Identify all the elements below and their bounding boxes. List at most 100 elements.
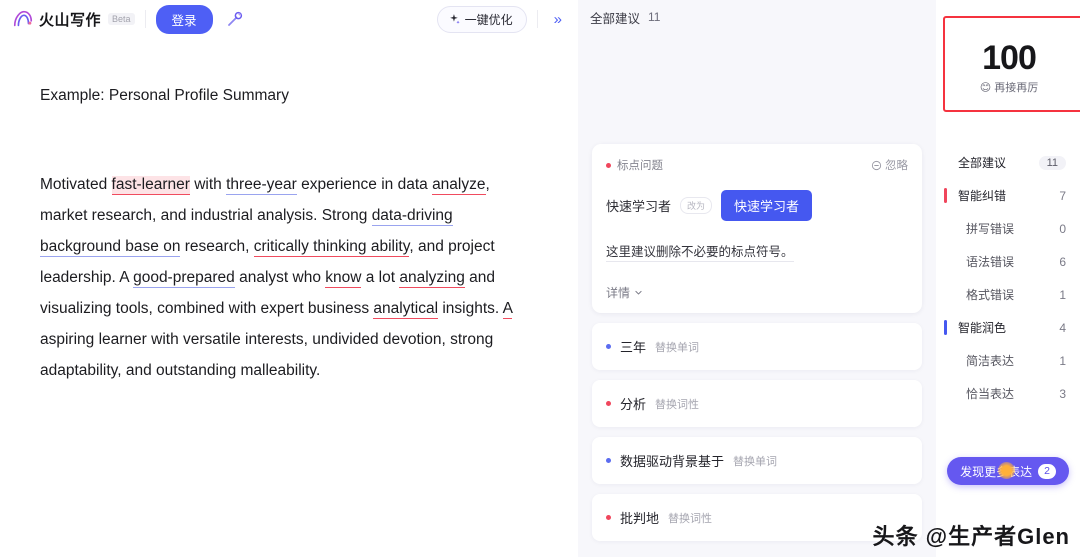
stat-value: 11	[1038, 155, 1066, 170]
doc-flagged-text[interactable]: A	[502, 300, 513, 319]
doc-flagged-text[interactable]: analytical	[373, 300, 439, 319]
feed-header-label: 全部建议	[590, 11, 641, 26]
score-subtitle: 😊 再接再厉	[980, 79, 1038, 95]
stat-row[interactable]: 拼写错误 0	[936, 212, 1080, 245]
toolbar-divider	[144, 10, 146, 28]
score-subtitle-text: 再接再厉	[994, 82, 1039, 94]
doc-text: Motivated	[40, 176, 112, 193]
suggestion-kind: 替换词性	[668, 512, 713, 525]
stat-value: 1	[1059, 287, 1066, 302]
stat-row[interactable]: 智能润色 4	[936, 311, 1080, 344]
stat-value: 4	[1059, 320, 1066, 335]
stat-name: 简洁表达	[966, 354, 1015, 368]
stat-row[interactable]: 智能纠错 7	[936, 179, 1080, 212]
doc-flagged-text[interactable]: fast-learner	[111, 176, 190, 195]
ignore-suggestion-button[interactable]: 忽略	[871, 157, 908, 173]
suggestion-row[interactable]: 分析 替换词性	[592, 380, 922, 427]
login-button[interactable]: 登录	[155, 4, 213, 34]
doc-flagged-text[interactable]: good-prepared	[133, 269, 235, 288]
doc-text: with	[189, 176, 227, 193]
discover-more-button[interactable]: 发现更多表达 2	[947, 457, 1069, 485]
stat-row[interactable]: 全部建议 11	[936, 146, 1080, 179]
document-paragraph: Motivated fast-learner with three-year e…	[40, 169, 534, 386]
discover-label: 发现更多表达	[960, 464, 1033, 479]
chevron-down-icon	[635, 290, 642, 295]
feed-scroll-area[interactable]: 标点问题 忽略 快速学习者 改为 快速学习者 这里建议删除不必要的标点符号。 详…	[578, 34, 936, 557]
suggestion-diff: 快速学习者 改为 快速学习者	[606, 190, 908, 221]
doc-flagged-text[interactable]: critically thinking ability	[253, 238, 410, 257]
expand-panel-button[interactable]: »	[548, 9, 568, 30]
stat-row[interactable]: 简洁表达 1	[936, 344, 1080, 377]
optimize-label: 一键优化	[464, 12, 513, 27]
original-text: 快速学习者	[606, 199, 672, 214]
suggestion-row[interactable]: 数据驱动背景基于 替换单词	[592, 437, 922, 484]
score-sidebar: 100 😊 再接再厉 全部建议 11 智能纠错 7 拼写错误 0 语法错误 6 格式错误 1 智能润…	[936, 0, 1080, 557]
suggestion-word: 批判地	[620, 511, 660, 526]
severity-dot-icon	[606, 344, 611, 349]
stat-name: 智能纠错	[958, 189, 1007, 203]
beta-badge: Beta	[108, 13, 135, 25]
change-to-pill: 改为	[680, 197, 713, 214]
stat-name: 全部建议	[958, 156, 1007, 170]
doc-flagged-text[interactable]: know	[325, 269, 362, 288]
suggestion-details-toggle[interactable]: 详情	[606, 284, 908, 301]
suggestion-row-list: 三年 替换单词 分析 替换词性 数据驱动背景基于 替换单词 批判地 替换词性	[592, 323, 922, 541]
document-editor[interactable]: Example: Personal Profile Summary Motiva…	[0, 38, 578, 557]
score-card: 100 😊 再接再厉	[946, 24, 1072, 112]
doc-text: analyst who	[234, 269, 326, 286]
document-title: Example: Personal Profile Summary	[40, 87, 289, 104]
stat-name: 智能润色	[958, 321, 1007, 335]
suggestion-kind: 替换词性	[655, 398, 700, 411]
doc-text: experience in data	[296, 176, 433, 193]
severity-dot-icon	[606, 162, 611, 168]
suggestion-word: 三年	[620, 340, 647, 355]
feed-header: 全部建议 11	[578, 0, 936, 34]
toolbar-divider-2	[536, 10, 538, 28]
discover-badge: 2	[1038, 463, 1056, 479]
doc-text: aspiring learner with versatile interest…	[40, 331, 494, 379]
stat-name: 恰当表达	[966, 387, 1015, 401]
suggestion-description: 这里建议删除不必要的标点符号。	[606, 241, 794, 262]
category-color-bar	[944, 188, 947, 203]
doc-text: research,	[180, 238, 254, 255]
stat-row[interactable]: 恰当表达 3	[936, 377, 1080, 410]
suggestion-word: 分析	[620, 397, 647, 412]
suggestion-card-header: 标点问题 忽略	[606, 157, 908, 173]
one-click-optimize-button[interactable]: 一键优化	[436, 5, 527, 33]
doc-flagged-text[interactable]: analyzing	[399, 269, 465, 288]
brand-logo[interactable]: 火山写作 Beta	[12, 8, 135, 30]
watermark: 头条 @生产者Glen	[872, 524, 1070, 549]
score-card-wrap: 100 😊 再接再厉	[943, 16, 1080, 112]
details-label: 详情	[606, 286, 631, 300]
smile-emoji-icon: 😊	[979, 81, 992, 94]
stat-value: 0	[1059, 221, 1066, 236]
score-value: 100	[980, 39, 1038, 77]
app-window: 火山写作 Beta 登录 一键优化 » Example: Personal Pr…	[0, 0, 1080, 557]
brand-name: 火山写作	[39, 11, 102, 29]
minus-circle-icon	[871, 160, 882, 170]
suggestion-word: 数据驱动背景基于	[620, 454, 725, 469]
stat-name: 语法错误	[966, 255, 1015, 269]
magic-wand-icon[interactable]	[223, 7, 247, 31]
severity-dot-icon	[606, 458, 611, 463]
stat-row[interactable]: 格式错误 1	[936, 278, 1080, 311]
stat-value: 7	[1059, 188, 1066, 203]
stat-row[interactable]: 语法错误 6	[936, 245, 1080, 278]
suggestion-card[interactable]: 标点问题 忽略 快速学习者 改为 快速学习者 这里建议删除不必要的标点符号。 详…	[592, 144, 922, 313]
feed-header-count: 11	[648, 10, 661, 24]
severity-dot-icon	[606, 515, 611, 520]
category-color-bar	[944, 320, 947, 335]
stat-name: 拼写错误	[966, 222, 1015, 236]
doc-flagged-text[interactable]: three-year	[226, 176, 297, 195]
doc-text: insights.	[438, 300, 503, 317]
doc-flagged-text[interactable]: analyze	[432, 176, 486, 195]
suggestion-row[interactable]: 三年 替换单词	[592, 323, 922, 370]
severity-dot-icon	[606, 401, 611, 406]
stat-value: 6	[1059, 254, 1066, 269]
suggestion-tag-label: 标点问题	[617, 160, 663, 172]
stat-list: 全部建议 11 智能纠错 7 拼写错误 0 语法错误 6 格式错误 1 智能润色 4 简洁表达 1 恰当表达…	[936, 146, 1080, 410]
apply-replacement-button[interactable]: 快速学习者	[721, 190, 813, 221]
doc-text: a lot	[361, 269, 400, 286]
stat-value: 1	[1059, 353, 1066, 368]
suggestion-kind: 替换单词	[733, 455, 778, 468]
